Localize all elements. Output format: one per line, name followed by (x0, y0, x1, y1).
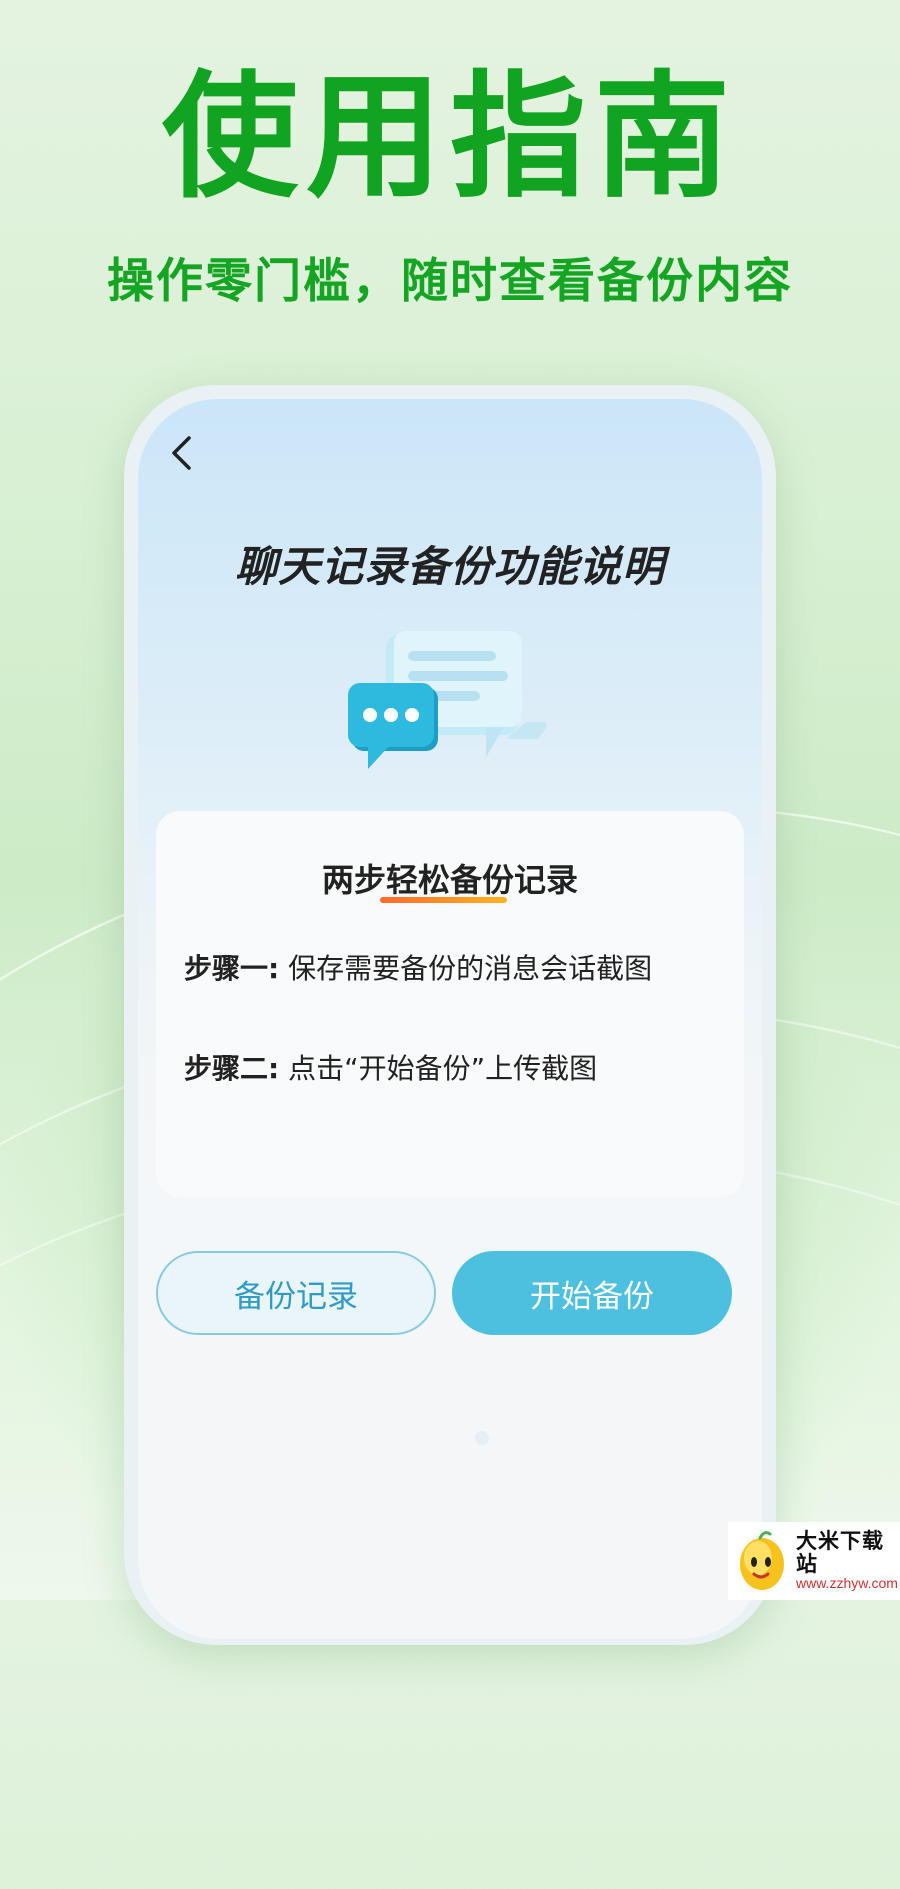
chat-bubbles-icon (348, 631, 546, 769)
page-indicator-dot (475, 1431, 489, 1445)
step-label: 步骤一: (184, 952, 280, 985)
start-backup-button[interactable]: 开始备份 (452, 1251, 732, 1335)
back-button[interactable] (160, 431, 204, 475)
steps-card: 两步轻松备份记录 步骤一: 保存需要备份的消息会话截图 步骤二: 点击“开始备份… (156, 811, 744, 1197)
watermark-url: www.zzhyw.com (796, 1575, 898, 1592)
heading-underline (380, 897, 507, 903)
step-one: 步骤一: 保存需要备份的消息会话截图 (184, 947, 652, 987)
step-two: 步骤二: 点击“开始备份”上传截图 (184, 1047, 597, 1087)
backup-records-button[interactable]: 备份记录 (156, 1251, 436, 1335)
phone-mockup: 聊天记录备份功能说明 两步轻松备份记录 步骤一: 保存需要备份的消息会话截图 步… (124, 385, 776, 1645)
app-screen: 聊天记录备份功能说明 两步轻松备份记录 步骤一: 保存需要备份的消息会话截图 步… (138, 399, 762, 1639)
step-label: 步骤二: (184, 1052, 280, 1085)
hero-title: 使用指南 (162, 59, 738, 217)
step-text: 点击“开始备份”上传截图 (279, 1052, 598, 1085)
watermark-text: 大米下载站 www.zzhyw.com (796, 1530, 900, 1592)
hero-subtitle: 操作零门槛，随时查看备份内容 (107, 254, 793, 309)
chevron-left-icon (172, 436, 191, 470)
watermark-name: 大米下载站 (796, 1529, 884, 1577)
watermark: 大米下载站 www.zzhyw.com (728, 1522, 900, 1600)
screen-title: 聊天记录备份功能说明 (234, 542, 665, 591)
card-heading: 两步轻松备份记录 (321, 861, 578, 899)
step-text: 保存需要备份的消息会话截图 (279, 952, 653, 985)
rice-mascot-logo (740, 1531, 784, 1590)
